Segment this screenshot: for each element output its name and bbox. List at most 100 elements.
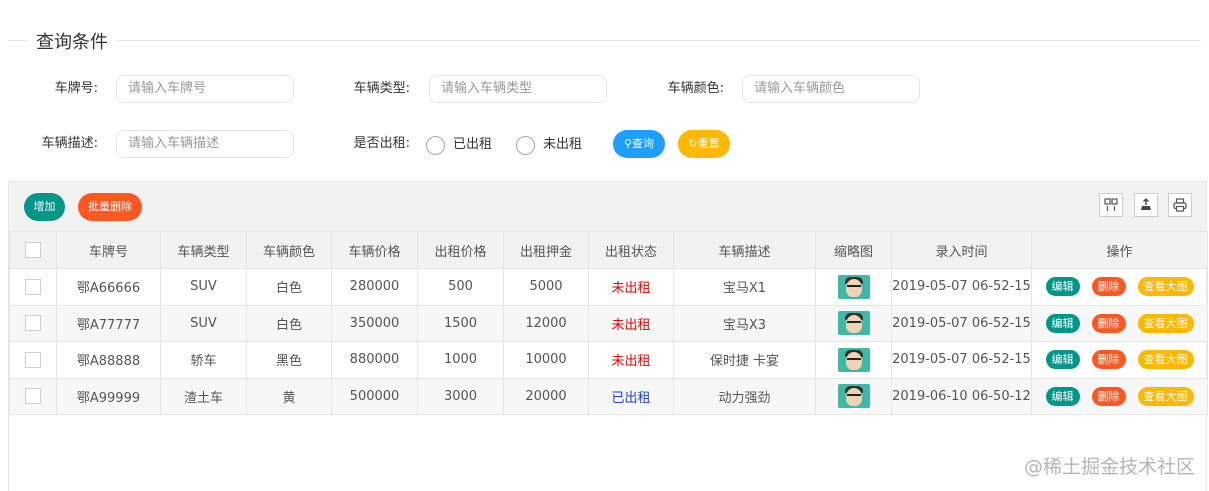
row-checkbox[interactable] [25,351,41,368]
cell-deposit: 12000 [503,304,589,342]
view-image-button[interactable]: 查看大图 [1137,313,1194,333]
search-row-1: 车牌号: 请输入车牌号 车辆类型: 请输入车辆类型 车辆颜色: 请输入车辆颜色 [0,75,1209,105]
columns-icon[interactable] [1099,193,1123,217]
edit-button[interactable]: 编辑 [1045,277,1080,297]
header-deposit: 出租押金 [503,231,589,269]
delete-button[interactable]: 删除 [1091,277,1126,297]
row-select-cell [9,268,57,306]
cell-price: 350000 [331,304,418,342]
type-input[interactable]: 请输入车辆类型 [429,75,607,103]
cell-color: 黑色 [246,341,332,379]
print-icon[interactable] [1168,193,1192,217]
cell-rent-price: 3000 [417,377,504,415]
cell-deposit: 20000 [503,377,589,415]
cell-rent-price: 1000 [417,341,504,379]
cell-price: 500000 [331,377,418,415]
thumbnail-image[interactable] [837,311,870,336]
cell-thumbnail [815,377,892,415]
search-icon: ⚲ [623,137,633,150]
color-label: 车辆颜色: [667,81,724,96]
add-button[interactable]: 增加 [24,193,65,221]
cell-type: SUV [160,268,247,306]
table-row: 鄂A77777 SUV 白色 350000 1500 12000 未出租 宝马X… [9,304,1208,342]
rented-label: 是否出租: [353,136,410,151]
cell-status: 未出租 [588,304,674,342]
cell-plate: 鄂A99999 [56,377,161,415]
cell-time: 2019-05-07 06-52-15 [891,304,1032,342]
rented-yes-radio[interactable] [426,136,445,155]
cell-actions: 编辑 删除 查看大图 [1031,304,1208,342]
table-row: 鄂A99999 渣土车 黄 500000 3000 20000 已出租 动力强劲… [9,377,1208,415]
color-input[interactable]: 请输入车辆颜色 [742,75,920,103]
plate-label: 车牌号: [54,81,98,96]
rented-yes-label[interactable]: 已出租 [453,130,492,160]
header-status: 出租状态 [588,231,674,269]
search-button[interactable]: ⚲查询 [613,130,665,158]
cell-plate: 鄂A66666 [56,268,161,306]
cell-type: 渣土车 [160,377,247,415]
table-row: 鄂A66666 SUV 白色 280000 500 5000 未出租 宝马X1 … [9,268,1208,306]
edit-button[interactable]: 编辑 [1045,386,1080,406]
type-label: 车辆类型: [353,81,410,96]
cell-thumbnail [815,341,892,379]
thumbnail-image[interactable] [837,274,870,299]
cell-desc: 保时捷 卡宴 [673,341,816,379]
select-all-cell [9,231,57,269]
select-all-checkbox[interactable] [25,242,41,258]
cell-desc: 宝马X1 [673,268,816,306]
row-select-cell [9,341,57,379]
thumbnail-image[interactable] [837,347,870,372]
batch-delete-button[interactable]: 批量删除 [78,193,142,221]
row-select-cell [9,377,57,415]
export-icon[interactable] [1134,193,1158,217]
edit-button[interactable]: 编辑 [1045,313,1080,333]
cell-thumbnail [815,268,892,306]
header-price: 车辆价格 [331,231,418,269]
cell-actions: 编辑 删除 查看大图 [1031,377,1208,415]
reset-button-label: 重置 [697,137,720,150]
table-toolbar: 增加 批量删除 [9,182,1206,232]
delete-button[interactable]: 删除 [1091,313,1126,333]
cell-desc: 动力强劲 [673,377,816,415]
header-desc: 车辆描述 [673,231,816,269]
watermark-text: @稀土掘金技术社区 [1023,456,1195,478]
edit-button[interactable]: 编辑 [1045,350,1080,370]
fieldset-divider [8,40,1201,41]
delete-button[interactable]: 删除 [1091,350,1126,370]
header-type: 车辆类型 [160,231,247,269]
row-checkbox[interactable] [25,278,41,295]
cell-actions: 编辑 删除 查看大图 [1031,268,1208,306]
rented-no-radio[interactable] [516,136,535,155]
view-image-button[interactable]: 查看大图 [1137,386,1194,406]
cell-type: 轿车 [160,341,247,379]
plate-input[interactable]: 请输入车牌号 [116,75,294,103]
table-row: 鄂A88888 轿车 黑色 880000 1000 10000 未出租 保时捷 … [9,341,1208,379]
delete-button[interactable]: 删除 [1091,386,1126,406]
rented-no-label[interactable]: 未出租 [543,130,582,160]
thumbnail-image[interactable] [837,384,870,409]
cell-time: 2019-05-07 06-52-15 [891,268,1032,306]
refresh-icon: ↻ [688,137,698,150]
cell-rent-price: 500 [417,268,504,306]
view-image-button[interactable]: 查看大图 [1137,277,1194,297]
cell-plate: 鄂A88888 [56,341,161,379]
cell-price: 880000 [331,341,418,379]
car-table: 车牌号 车辆类型 车辆颜色 车辆价格 出租价格 出租押金 出租状态 车辆描述 缩… [9,231,1208,415]
cell-status: 已出租 [588,377,674,415]
fieldset-title: 查询条件 [28,28,116,54]
header-time: 录入时间 [891,231,1032,269]
view-image-button[interactable]: 查看大图 [1137,350,1194,370]
cell-desc: 宝马X3 [673,304,816,342]
row-checkbox[interactable] [25,315,41,332]
header-color: 车辆颜色 [246,231,332,269]
search-row-2: 车辆描述: 请输入车辆描述 是否出租: 已出租 未出租 ⚲查询 ↻重置 [0,130,1209,160]
desc-input[interactable]: 请输入车辆描述 [116,130,294,158]
header-actions: 操作 [1031,231,1208,269]
cell-plate: 鄂A77777 [56,304,161,342]
header-thumbnail: 缩略图 [815,231,892,269]
cell-color: 白色 [246,268,332,306]
header-rent-price: 出租价格 [417,231,504,269]
row-checkbox[interactable] [25,388,41,405]
reset-button[interactable]: ↻重置 [678,130,730,158]
cell-time: 2019-06-10 06-50-12 [891,377,1032,415]
